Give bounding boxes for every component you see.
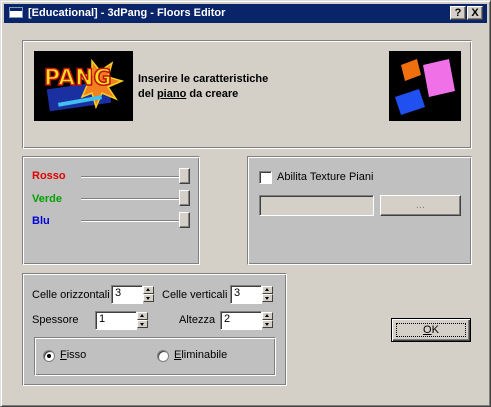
spin-up-icon[interactable] — [143, 286, 154, 294]
window-title: [Educational] - 3dPang - Floors Editor — [28, 7, 226, 19]
piano-word: piano — [156, 88, 187, 100]
height-label: Altezza — [179, 314, 216, 326]
vertical-cells-input[interactable]: 3 — [230, 285, 262, 304]
header-line-2: del piano da creare — [138, 88, 239, 100]
focus-rect — [396, 323, 466, 337]
removable-radio-label[interactable]: Eliminabile — [174, 349, 227, 361]
removable-radio[interactable] — [157, 350, 169, 362]
pang-logo-text: PANG — [44, 66, 112, 91]
spin-down-icon[interactable] — [262, 294, 273, 302]
window-icon — [9, 7, 23, 18]
radio-selected-dot — [47, 354, 51, 358]
spin-down-icon[interactable] — [143, 294, 154, 302]
fixed-radio[interactable] — [43, 350, 55, 362]
red-slider-thumb[interactable] — [179, 168, 190, 184]
thickness-label: Spessore — [32, 314, 79, 326]
red-label: Rosso — [32, 170, 66, 182]
blue-slider-thumb[interactable] — [179, 212, 190, 228]
blue-slider-track[interactable] — [81, 220, 187, 222]
horizontal-cells-spinner[interactable] — [143, 286, 154, 303]
horizontal-cells-input[interactable]: 3 — [111, 285, 143, 304]
pang-logo-art: PANG — [34, 51, 133, 121]
thickness-spinner[interactable] — [137, 312, 148, 329]
blue-label: Blu — [32, 215, 50, 227]
title-bar[interactable]: [Educational] - 3dPang - Floors Editor ?… — [4, 4, 487, 23]
header-instructions: Inserire le caratteristiche del piano da… — [138, 72, 268, 102]
vertical-cells-label: Celle verticali — [162, 289, 228, 301]
green-label: Verde — [32, 193, 62, 205]
horizontal-cells-label: Celle orizzontali — [32, 289, 110, 301]
green-slider-thumb[interactable] — [179, 190, 190, 206]
green-slider-track[interactable] — [81, 198, 187, 200]
floor-preview — [389, 51, 461, 121]
texture-checkbox[interactable] — [259, 171, 272, 184]
ok-button[interactable]: OK — [391, 318, 471, 342]
height-input[interactable]: 2 — [220, 311, 262, 330]
height-spinner[interactable] — [262, 312, 273, 329]
red-slider-track[interactable] — [81, 176, 187, 178]
texture-path-field[interactable] — [259, 195, 374, 216]
fixed-radio-label[interactable]: Fisso — [60, 349, 86, 361]
spin-up-icon[interactable] — [262, 312, 273, 320]
close-button[interactable]: X — [467, 6, 483, 20]
spin-up-icon[interactable] — [262, 286, 273, 294]
texture-checkbox-label[interactable]: Abilita Texture Piani — [277, 171, 373, 183]
thickness-input[interactable]: 1 — [95, 311, 137, 330]
vertical-cells-spinner[interactable] — [262, 286, 273, 303]
pang-logo: PANG — [34, 51, 133, 121]
floors-editor-window: [Educational] - 3dPang - Floors Editor ?… — [0, 0, 491, 407]
spin-down-icon[interactable] — [137, 320, 148, 328]
header-line-1: Inserire le caratteristiche — [138, 73, 269, 85]
spin-down-icon[interactable] — [262, 320, 273, 328]
spin-up-icon[interactable] — [137, 312, 148, 320]
texture-browse-button[interactable]: ... — [380, 195, 461, 216]
help-button[interactable]: ? — [450, 6, 466, 20]
